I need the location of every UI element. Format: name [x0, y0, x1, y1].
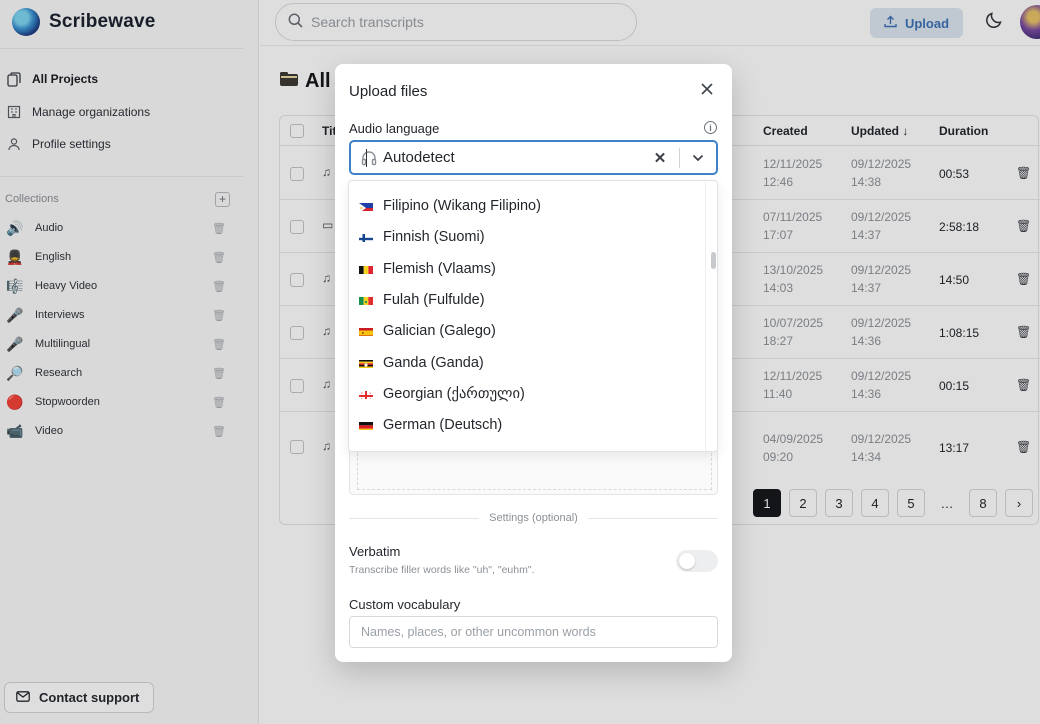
language-option[interactable]: Fulah (Fulfulde)	[349, 284, 705, 315]
language-option[interactable]: Flemish (Vlaams)	[349, 253, 705, 284]
language-option[interactable]: Finnish (Suomi)	[349, 221, 705, 252]
georgia-flag-icon	[359, 389, 373, 399]
language-option[interactable]: Galician (Galego)	[349, 315, 705, 346]
verbatim-label: Verbatim	[349, 544, 401, 559]
language-option-label: Flemish (Vlaams)	[383, 260, 496, 277]
text-cursor	[366, 148, 367, 167]
language-option-label: Ganda (Ganda)	[383, 354, 484, 371]
dropzone-dashed-area	[357, 448, 712, 490]
settings-label: Settings (optional)	[489, 512, 578, 524]
language-option[interactable]: Filipino (Wikang Filipino)	[349, 190, 705, 221]
spain-flag-icon	[359, 326, 373, 336]
custom-vocabulary-input[interactable]	[349, 616, 718, 648]
scrollbar-thumb[interactable]	[711, 252, 716, 269]
verbatim-hint: Transcribe filler words like "uh", "euhm…	[349, 564, 535, 576]
headphones-icon	[361, 150, 377, 165]
file-dropzone[interactable]	[349, 448, 718, 495]
close-icon[interactable]	[700, 80, 714, 100]
chevron-down-icon[interactable]	[686, 154, 710, 162]
language-option[interactable]: Ganda (Ganda)	[349, 347, 705, 378]
greece-flag-icon	[359, 451, 373, 452]
selected-language: Autodetect	[383, 149, 455, 166]
language-option-label: Finnish (Suomi)	[383, 228, 485, 245]
language-option-partial[interactable]	[349, 440, 705, 452]
language-option[interactable]: Georgian (ქართული)	[349, 378, 705, 409]
clear-selection-icon[interactable]: ✕	[647, 149, 673, 167]
language-option[interactable]: German (Deutsch)	[349, 409, 705, 440]
language-option-label: Galician (Galego)	[383, 322, 496, 339]
select-separator	[679, 147, 680, 168]
language-option-label: Fulah (Fulfulde)	[383, 291, 485, 308]
settings-divider: Settings (optional)	[349, 511, 719, 525]
germany-flag-icon	[359, 420, 373, 430]
info-icon[interactable]: i	[704, 121, 717, 134]
toggle-knob	[679, 553, 695, 569]
verbatim-toggle[interactable]	[676, 550, 718, 572]
language-option-label: German (Deutsch)	[383, 416, 503, 433]
uganda-flag-icon	[359, 358, 373, 368]
custom-vocabulary-label: Custom vocabulary	[349, 597, 461, 612]
language-option-label: Filipino (Wikang Filipino)	[383, 197, 541, 214]
language-option-label: Georgian (ქართული)	[383, 385, 525, 402]
language-dropdown: Filipino (Wikang Filipino) Finnish (Suom…	[348, 180, 718, 452]
dialog-title: Upload files	[349, 83, 428, 100]
senegal-flag-icon	[359, 295, 373, 305]
audio-language-select[interactable]: Autodetect ✕	[349, 140, 718, 175]
finland-flag-icon	[359, 232, 373, 242]
belgium-flag-icon	[359, 264, 373, 274]
audio-language-label: Audio language	[349, 121, 440, 136]
dropdown-scrollbar[interactable]	[705, 181, 717, 451]
philippines-flag-icon	[359, 201, 373, 211]
